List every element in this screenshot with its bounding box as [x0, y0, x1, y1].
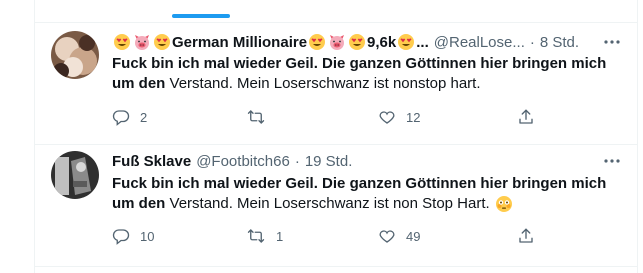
retweet-button[interactable] [246, 107, 276, 127]
user-handle[interactable]: @Footbitch66 [196, 153, 290, 170]
pig-face-emoji-icon [133, 33, 151, 51]
display-name-ellipsis: ... [416, 33, 429, 51]
timestamp[interactable]: 8 Std. [540, 34, 579, 51]
separator-dot: · [294, 152, 300, 170]
more-icon[interactable] [601, 31, 623, 53]
user-handle[interactable]: @RealLose... [434, 34, 525, 51]
reply-button[interactable]: 10 [112, 226, 154, 246]
share-button[interactable] [517, 226, 535, 246]
tweet-header: German Millionaire 9,6k ... @RealLose...… [112, 31, 623, 53]
heart-icon [378, 108, 396, 126]
heart-eyes-emoji-icon [397, 33, 415, 51]
reply-count: 10 [140, 228, 155, 244]
share-icon [517, 227, 535, 245]
heart-eyes-emoji-icon [113, 33, 131, 51]
display-name-suffix: 9,6k [367, 33, 397, 51]
tweet-actions: 10 1 49 [112, 226, 552, 246]
retweet-button[interactable]: 1 [246, 226, 283, 246]
retweet-icon [246, 108, 266, 126]
retweet-count: 1 [276, 228, 284, 244]
tweet-actions: 2 12 [112, 107, 552, 127]
tweet-header: Fuß Sklave @Footbitch66 · 19 Std. [112, 150, 623, 172]
heart-eyes-emoji-icon [153, 33, 171, 51]
retweet-icon [246, 227, 266, 245]
reply-count: 2 [140, 109, 148, 125]
heart-eyes-emoji-icon [308, 33, 326, 51]
display-name[interactable]: Fuß Sklave [112, 153, 191, 170]
more-icon[interactable] [601, 150, 623, 172]
avatar[interactable] [51, 151, 99, 199]
reply-icon [112, 108, 130, 126]
tweet-text-rest: Verstand. Mein Loserschwanz ist non Stop… [165, 195, 490, 212]
tweet-text-rest: Verstand. Mein Loserschwanz ist nonstop … [165, 75, 481, 92]
display-name[interactable]: German Millionaire 9,6k ... [112, 33, 429, 51]
reply-icon [112, 227, 130, 245]
display-name-text: German Millionaire [172, 33, 308, 51]
timestamp[interactable]: 19 Std. [305, 153, 353, 170]
like-button[interactable]: 12 [378, 107, 420, 127]
like-count: 49 [406, 228, 421, 244]
pig-face-emoji-icon [328, 33, 346, 51]
flushed-face-emoji-icon [495, 195, 513, 213]
like-button[interactable]: 49 [378, 226, 420, 246]
active-tab-indicator [172, 14, 230, 18]
avatar[interactable] [51, 31, 99, 79]
tweet-text: Fuck bin ich mal wieder Geil. Die ganzen… [112, 54, 623, 94]
share-button[interactable] [517, 107, 535, 127]
separator-dot: · [529, 33, 535, 51]
heart-icon [378, 227, 396, 245]
tweet-text: Fuck bin ich mal wieder Geil. Die ganzen… [112, 174, 623, 214]
tweet[interactable]: German Millionaire 9,6k ... @RealLose...… [35, 23, 637, 144]
divider [35, 266, 637, 267]
like-count: 12 [406, 109, 421, 125]
column-border-right [637, 0, 638, 273]
tweet[interactable]: Fuß Sklave @Footbitch66 · 19 Std. Fuck b… [35, 145, 637, 266]
timeline: German Millionaire 9,6k ... @RealLose...… [0, 0, 643, 273]
share-icon [517, 108, 535, 126]
heart-eyes-emoji-icon [348, 33, 366, 51]
reply-button[interactable]: 2 [112, 107, 147, 127]
